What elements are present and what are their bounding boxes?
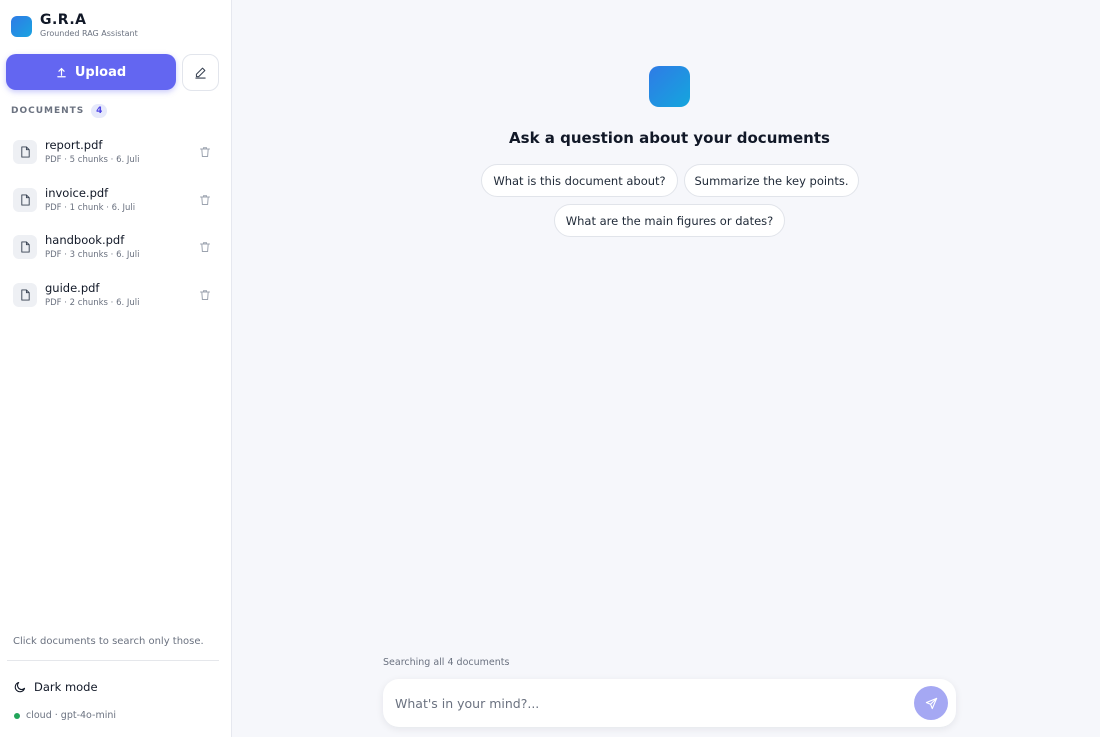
upload-label: Upload bbox=[74, 64, 127, 80]
document-name: invoice.pdf bbox=[45, 185, 109, 200]
upload-button[interactable]: Upload bbox=[6, 54, 176, 90]
suggestion-chip[interactable]: What are the main figures or dates? bbox=[554, 204, 785, 237]
chat-composer bbox=[383, 679, 956, 727]
app-title: G.R.A bbox=[40, 12, 87, 28]
send-icon bbox=[925, 697, 937, 709]
documents-header: DOCUMENTS 4 bbox=[11, 104, 108, 118]
upload-icon bbox=[57, 67, 66, 77]
new-chat-button[interactable] bbox=[182, 54, 219, 91]
sidebar-divider bbox=[7, 660, 219, 661]
document-meta: PDF · 5 chunks · 6. Juli bbox=[45, 155, 140, 165]
send-button[interactable] bbox=[914, 686, 948, 720]
pencil-icon bbox=[195, 67, 206, 79]
model-status: cloud · gpt-4o-mini bbox=[14, 710, 116, 721]
documents-count-badge: 4 bbox=[91, 104, 108, 118]
status-dot-icon bbox=[14, 712, 20, 719]
file-icon bbox=[13, 235, 37, 259]
assistant-logo-icon bbox=[649, 66, 690, 107]
document-meta: PDF · 2 chunks · 6. Juli bbox=[45, 297, 140, 308]
documents-title: DOCUMENTS bbox=[11, 106, 85, 116]
document-name: report.pdf bbox=[45, 138, 103, 152]
trash-icon[interactable] bbox=[199, 289, 211, 301]
selection-hint: Click documents to search only those. bbox=[13, 636, 204, 647]
moon-icon bbox=[14, 681, 26, 693]
document-list: report.pdf PDF · 5 chunks · 6. Juli invo… bbox=[0, 130, 232, 320]
dark-mode-label: Dark mode bbox=[34, 680, 98, 694]
file-icon bbox=[13, 140, 37, 164]
document-name: handbook.pdf bbox=[45, 233, 125, 247]
document-item[interactable]: guide.pdf PDF · 2 chunks · 6. Juli bbox=[0, 273, 232, 321]
trash-icon[interactable] bbox=[199, 194, 211, 206]
document-meta: PDF · 3 chunks · 6. Juli bbox=[45, 250, 140, 260]
app-subtitle: Grounded RAG Assistant bbox=[40, 29, 138, 38]
document-item[interactable]: invoice.pdf PDF · 1 chunk · 6. Juli bbox=[0, 178, 232, 226]
document-name: guide.pdf bbox=[45, 280, 100, 295]
chat-area: Ask a question about your documents What… bbox=[233, 0, 1100, 737]
document-meta: PDF · 1 chunk · 6. Juli bbox=[45, 202, 136, 213]
suggestion-chip[interactable]: What is this document about? bbox=[481, 164, 678, 197]
trash-icon[interactable] bbox=[199, 241, 211, 253]
document-item[interactable]: handbook.pdf PDF · 3 chunks · 6. Juli bbox=[0, 225, 232, 273]
brand-text: G.R.A Grounded RAG Assistant bbox=[40, 13, 138, 39]
message-input[interactable] bbox=[395, 679, 905, 727]
app-logo-icon bbox=[11, 15, 32, 37]
suggestion-chip[interactable]: Summarize the key points. bbox=[684, 164, 859, 197]
brand: G.R.A Grounded RAG Assistant bbox=[11, 13, 138, 39]
dark-mode-toggle[interactable]: Dark mode bbox=[14, 680, 98, 694]
document-item[interactable]: report.pdf PDF · 5 chunks · 6. Juli bbox=[0, 130, 232, 178]
file-icon bbox=[13, 187, 37, 212]
empty-state-title: Ask a question about your documents bbox=[509, 129, 830, 147]
file-icon bbox=[13, 282, 37, 307]
search-scope-label: Searching all 4 documents bbox=[383, 657, 510, 668]
sidebar: G.R.A Grounded RAG Assistant Upload DOCU… bbox=[0, 0, 232, 737]
model-label: cloud · gpt-4o-mini bbox=[26, 710, 117, 721]
trash-icon[interactable] bbox=[199, 146, 211, 158]
